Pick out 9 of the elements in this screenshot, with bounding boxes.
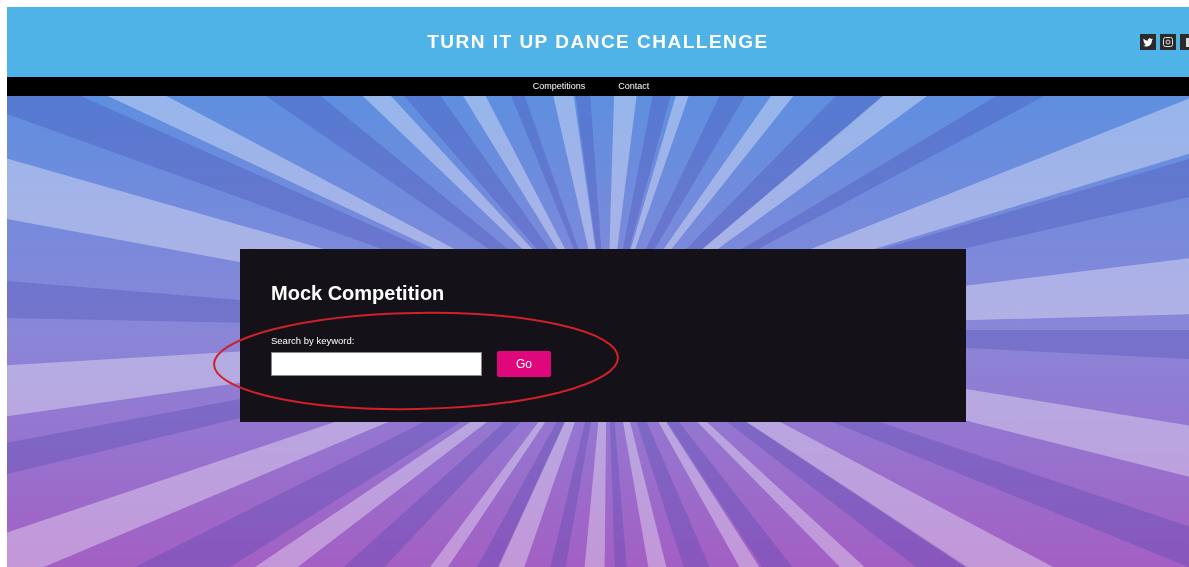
search-label: Search by keyword: (271, 334, 356, 348)
go-button[interactable]: Go (497, 351, 551, 378)
panel-title: Mock Competition (271, 281, 446, 306)
search-field[interactable] (271, 352, 482, 377)
camera-icon[interactable] (1160, 34, 1176, 50)
bird-icon[interactable] (1140, 34, 1156, 50)
site-title: TURN IT UP DANCE CHALLENGE (427, 29, 769, 54)
nav-link[interactable]: Contact (618, 79, 650, 94)
nav-link[interactable]: Competitions (532, 79, 586, 94)
